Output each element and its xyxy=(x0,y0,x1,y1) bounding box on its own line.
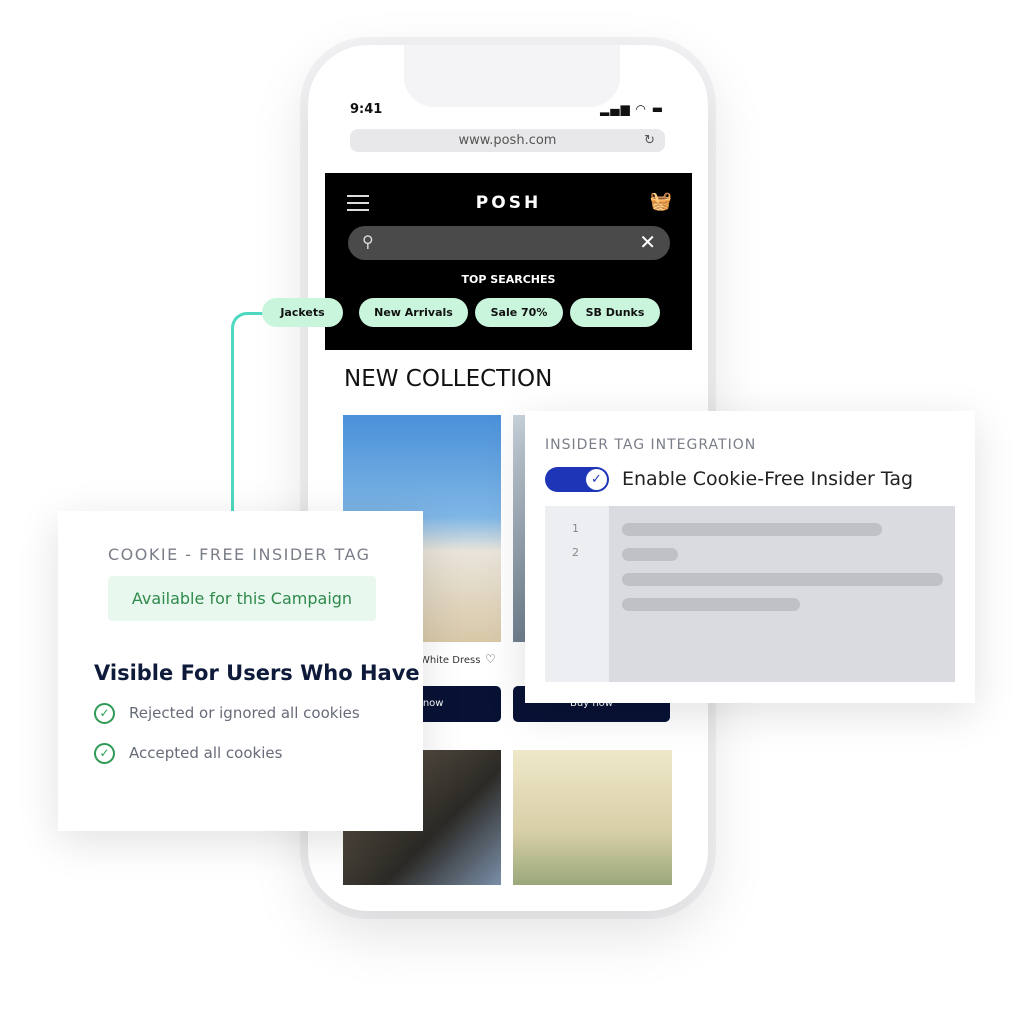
chip-new-arrivals[interactable]: New Arrivals xyxy=(359,298,468,327)
check-circle-icon: ✓ xyxy=(94,743,115,764)
code-line-placeholder xyxy=(622,573,943,586)
collection-title: NEW COLLECTION xyxy=(344,366,553,392)
check-item-accepted: ✓ Accepted all cookies xyxy=(94,743,282,764)
clear-icon[interactable]: ✕ xyxy=(639,230,656,254)
chip-sale[interactable]: Sale 70% xyxy=(475,298,563,327)
insider-card-title: INSIDER TAG INTEGRATION xyxy=(545,437,757,453)
cookie-free-card: COOKIE - FREE INSIDER TAG Available for … xyxy=(58,511,423,831)
line-gutter: 12 xyxy=(545,506,609,682)
phone-notch xyxy=(404,45,620,107)
chip-jackets[interactable]: Jackets xyxy=(262,298,343,327)
code-line-placeholder xyxy=(622,548,678,561)
heart-icon[interactable]: ♡ xyxy=(485,652,496,666)
code-editor[interactable]: 12 xyxy=(545,506,955,682)
url-bar[interactable]: www.posh.com ↻ xyxy=(350,129,665,152)
toggle-label: Enable Cookie-Free Insider Tag xyxy=(622,468,914,490)
code-line-placeholder xyxy=(622,523,882,536)
visibility-heading: Visible For Users Who Have xyxy=(94,661,420,685)
connector-line xyxy=(231,312,263,512)
top-searches-label: TOP SEARCHES xyxy=(461,273,556,286)
chip-sb-dunks[interactable]: SB Dunks xyxy=(570,298,660,327)
availability-badge: Available for this Campaign xyxy=(108,576,376,621)
enable-toggle[interactable]: ✓ xyxy=(545,467,609,492)
basket-icon[interactable]: 🧺 xyxy=(650,191,672,212)
insider-tag-card: INSIDER TAG INTEGRATION ✓ Enable Cookie-… xyxy=(525,411,975,703)
check-circle-icon: ✓ xyxy=(94,703,115,724)
search-icon: ⚲ xyxy=(362,232,374,251)
check-item-rejected: ✓ Rejected or ignored all cookies xyxy=(94,703,360,724)
url-text: www.posh.com xyxy=(458,133,557,148)
status-time: 9:41 xyxy=(350,102,383,117)
search-input[interactable]: ⚲ ✕ xyxy=(348,226,670,260)
reload-icon[interactable]: ↻ xyxy=(644,129,655,152)
cookie-card-title: COOKIE - FREE INSIDER TAG xyxy=(108,545,371,564)
code-line-placeholder xyxy=(622,598,800,611)
product-image-4[interactable] xyxy=(513,750,672,885)
status-icons: ▂▄▆ ◠ ▬ xyxy=(600,102,665,116)
posh-logo[interactable]: POSH xyxy=(325,193,692,213)
product-name: White Dress xyxy=(420,655,481,666)
check-icon: ✓ xyxy=(586,469,607,490)
